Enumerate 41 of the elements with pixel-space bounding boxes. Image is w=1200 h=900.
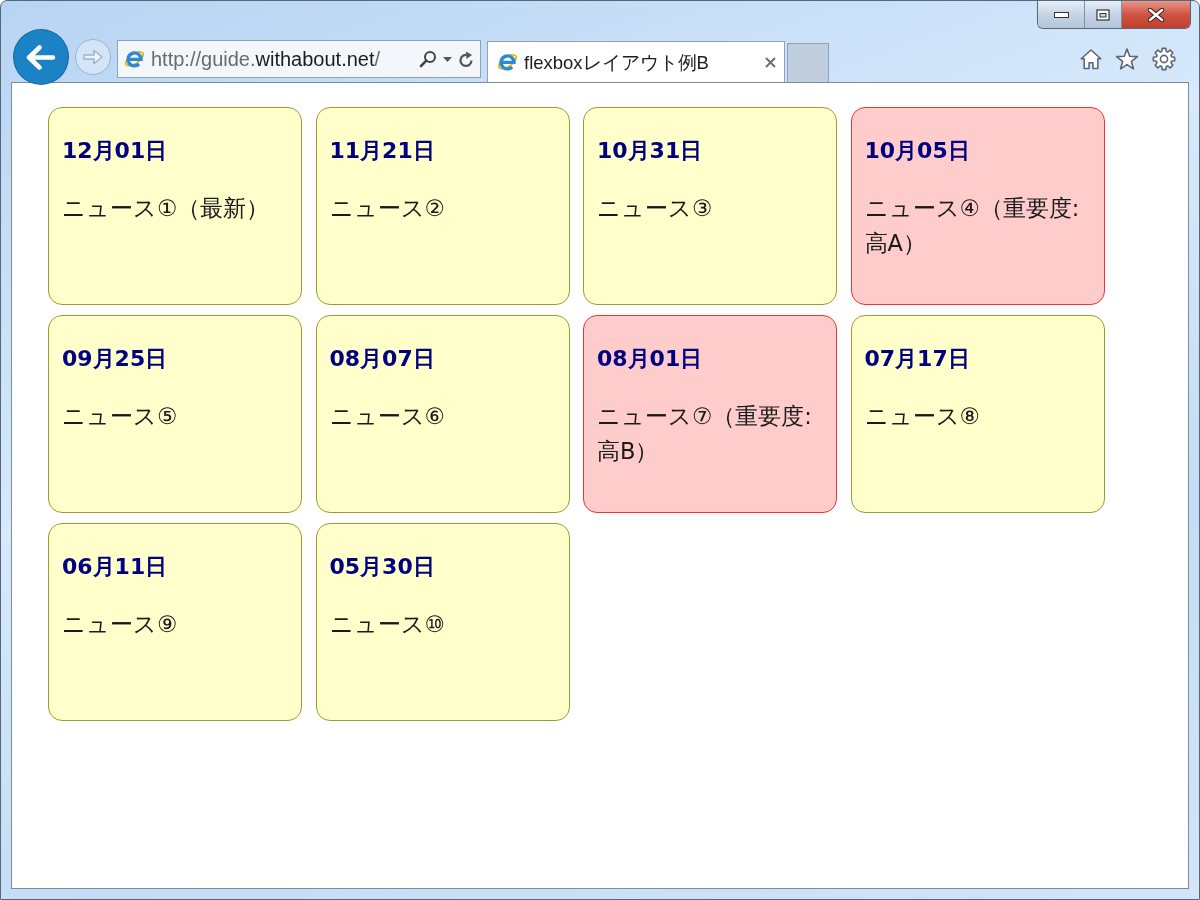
news-text: ニュース③ [597, 194, 713, 223]
refresh-icon[interactable] [458, 50, 474, 68]
news-text: ニュース⑩ [329, 610, 445, 639]
news-text: ニュース② [329, 194, 445, 223]
right-arrow-icon [82, 48, 104, 66]
news-date: 11月21日 [329, 138, 435, 164]
news-date: 08月01日 [597, 346, 703, 372]
browser-tab[interactable]: flexboxレイアウト例B [487, 41, 785, 82]
address-field[interactable]: http://guide.withabout.net/ [117, 40, 481, 78]
url-text: http://guide.withabout.net/ [151, 47, 381, 71]
settings-icon[interactable] [1152, 47, 1176, 71]
news-text: ニュース⑥ [329, 402, 445, 431]
star-icon[interactable] [1115, 48, 1139, 70]
e-logo-icon [124, 50, 145, 68]
news-text: ニュース⑨ [62, 610, 178, 639]
search-icon[interactable] [419, 50, 437, 68]
news-date: 12月01日 [62, 138, 168, 164]
news-text: ニュース④（重要度:高A） [864, 194, 1081, 258]
news-date: 08月07日 [329, 346, 435, 372]
news-date: 05月30日 [329, 554, 435, 580]
news-date: 07月17日 [864, 346, 970, 372]
close-icon[interactable] [765, 56, 776, 68]
maximize-icon [1096, 8, 1110, 21]
news-date: 09月25日 [62, 346, 168, 372]
news-text: ニュース⑧ [864, 402, 980, 431]
maximize-button[interactable] [1085, 1, 1122, 28]
back-button[interactable] [14, 30, 68, 84]
close-button[interactable] [1122, 1, 1190, 28]
news-date: 10月31日 [597, 138, 703, 164]
news-text: ニュース⑤ [62, 402, 178, 431]
home-icon[interactable] [1080, 48, 1102, 70]
news-date: 06月11日 [62, 554, 168, 580]
close-icon [1148, 7, 1164, 22]
caret-down-icon[interactable] [443, 56, 452, 62]
news-text: ニュース⑦（重要度:高B） [597, 402, 813, 466]
news-text: ニュース①（最新） [62, 194, 270, 223]
news-date: 10月05日 [864, 138, 970, 164]
minimize-icon [1053, 11, 1069, 18]
e-logo-icon [497, 53, 518, 71]
left-arrow-icon [26, 44, 56, 70]
minimize-button[interactable] [1038, 1, 1085, 28]
